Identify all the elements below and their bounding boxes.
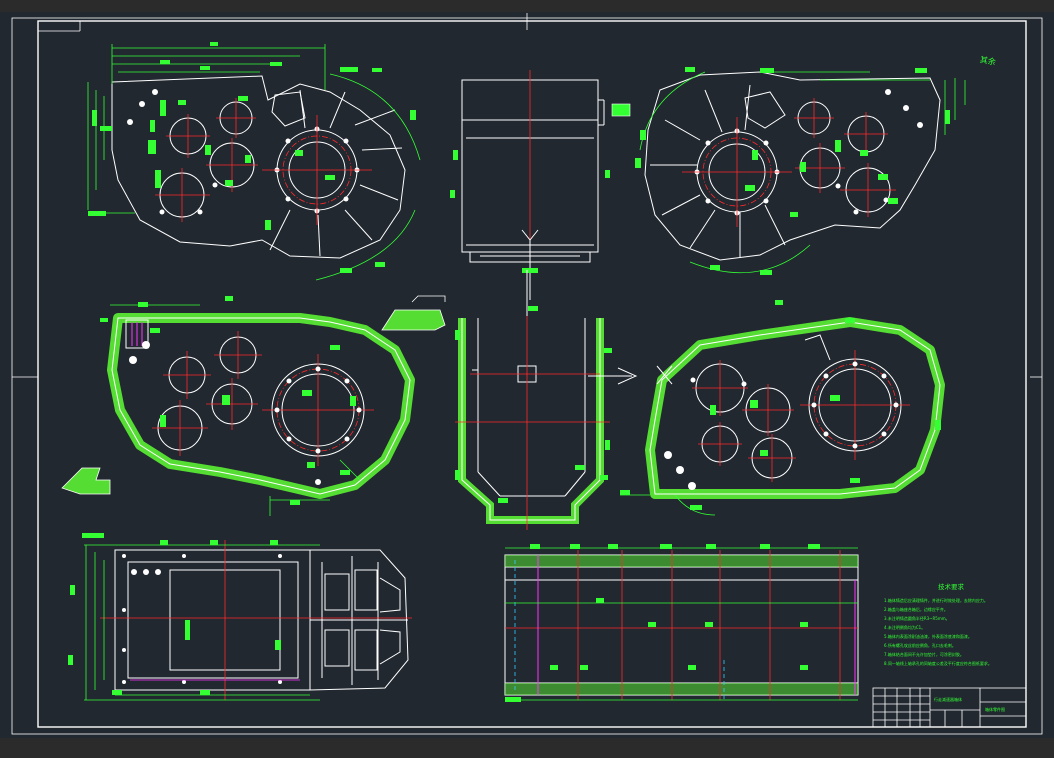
technical-requirement-line: 7.箱体结合面间不允许加垫片，可涂密封胶。 xyxy=(884,651,964,657)
view-middle-right xyxy=(620,300,945,516)
view-bottom-center xyxy=(504,544,859,702)
technical-requirement-line: 3.未注明铸造圆角半径R3~R5mm。 xyxy=(884,615,950,621)
view-middle-center xyxy=(455,270,638,530)
view-top-center xyxy=(450,70,631,300)
roughness-mark: 其余 xyxy=(979,54,996,67)
title-block: 行走减速器箱体 箱体零件图 xyxy=(872,687,1027,728)
technical-requirements: 技术要求 1.箱体铸造后应清理铸件，并进行时效处理，去除内应力。 2.箱盖与箱座… xyxy=(884,582,992,666)
technical-requirement-line: 5.箱体内表面涂耐油油漆，外表面涂底漆和面漆。 xyxy=(884,633,972,639)
view-middle-left xyxy=(61,295,446,516)
title-block-part-name: 行走减速器箱体 xyxy=(934,696,962,702)
technical-requirements-title: 技术要求 xyxy=(938,582,965,591)
view-top-right xyxy=(635,67,966,275)
technical-requirement-line: 4.未注明倒角均为C1。 xyxy=(884,624,925,630)
viewport-bottom-bar xyxy=(0,738,1054,754)
cad-drawing-canvas[interactable]: 其余 技术要求 1.箱体铸造后应清理铸件，并进行时效处理，去除内应力。 2.箱盖… xyxy=(0,0,1054,754)
technical-requirement-line: 2.箱盖与箱座合箱后，边缘应平齐。 xyxy=(884,606,948,612)
title-block-drawing-code: 箱体零件图 xyxy=(985,706,1005,712)
view-top-left xyxy=(87,42,421,281)
technical-requirement-line: 1.箱体铸造后应清理铸件，并进行时效处理，去除内应力。 xyxy=(884,597,988,603)
drawing-sheet: 其余 技术要求 1.箱体铸造后应清理铸件，并进行时效处理，去除内应力。 2.箱盖… xyxy=(0,0,1054,754)
technical-requirement-line: 8.同一轴线上轴承孔的同轴度公差及平行度应符合图纸要求。 xyxy=(884,660,992,666)
technical-requirement-line: 6.所有螺孔攻丝前应倒角，孔口去毛刺。 xyxy=(884,642,956,648)
viewport-top-bar xyxy=(0,0,1054,12)
view-bottom-left xyxy=(68,533,412,701)
